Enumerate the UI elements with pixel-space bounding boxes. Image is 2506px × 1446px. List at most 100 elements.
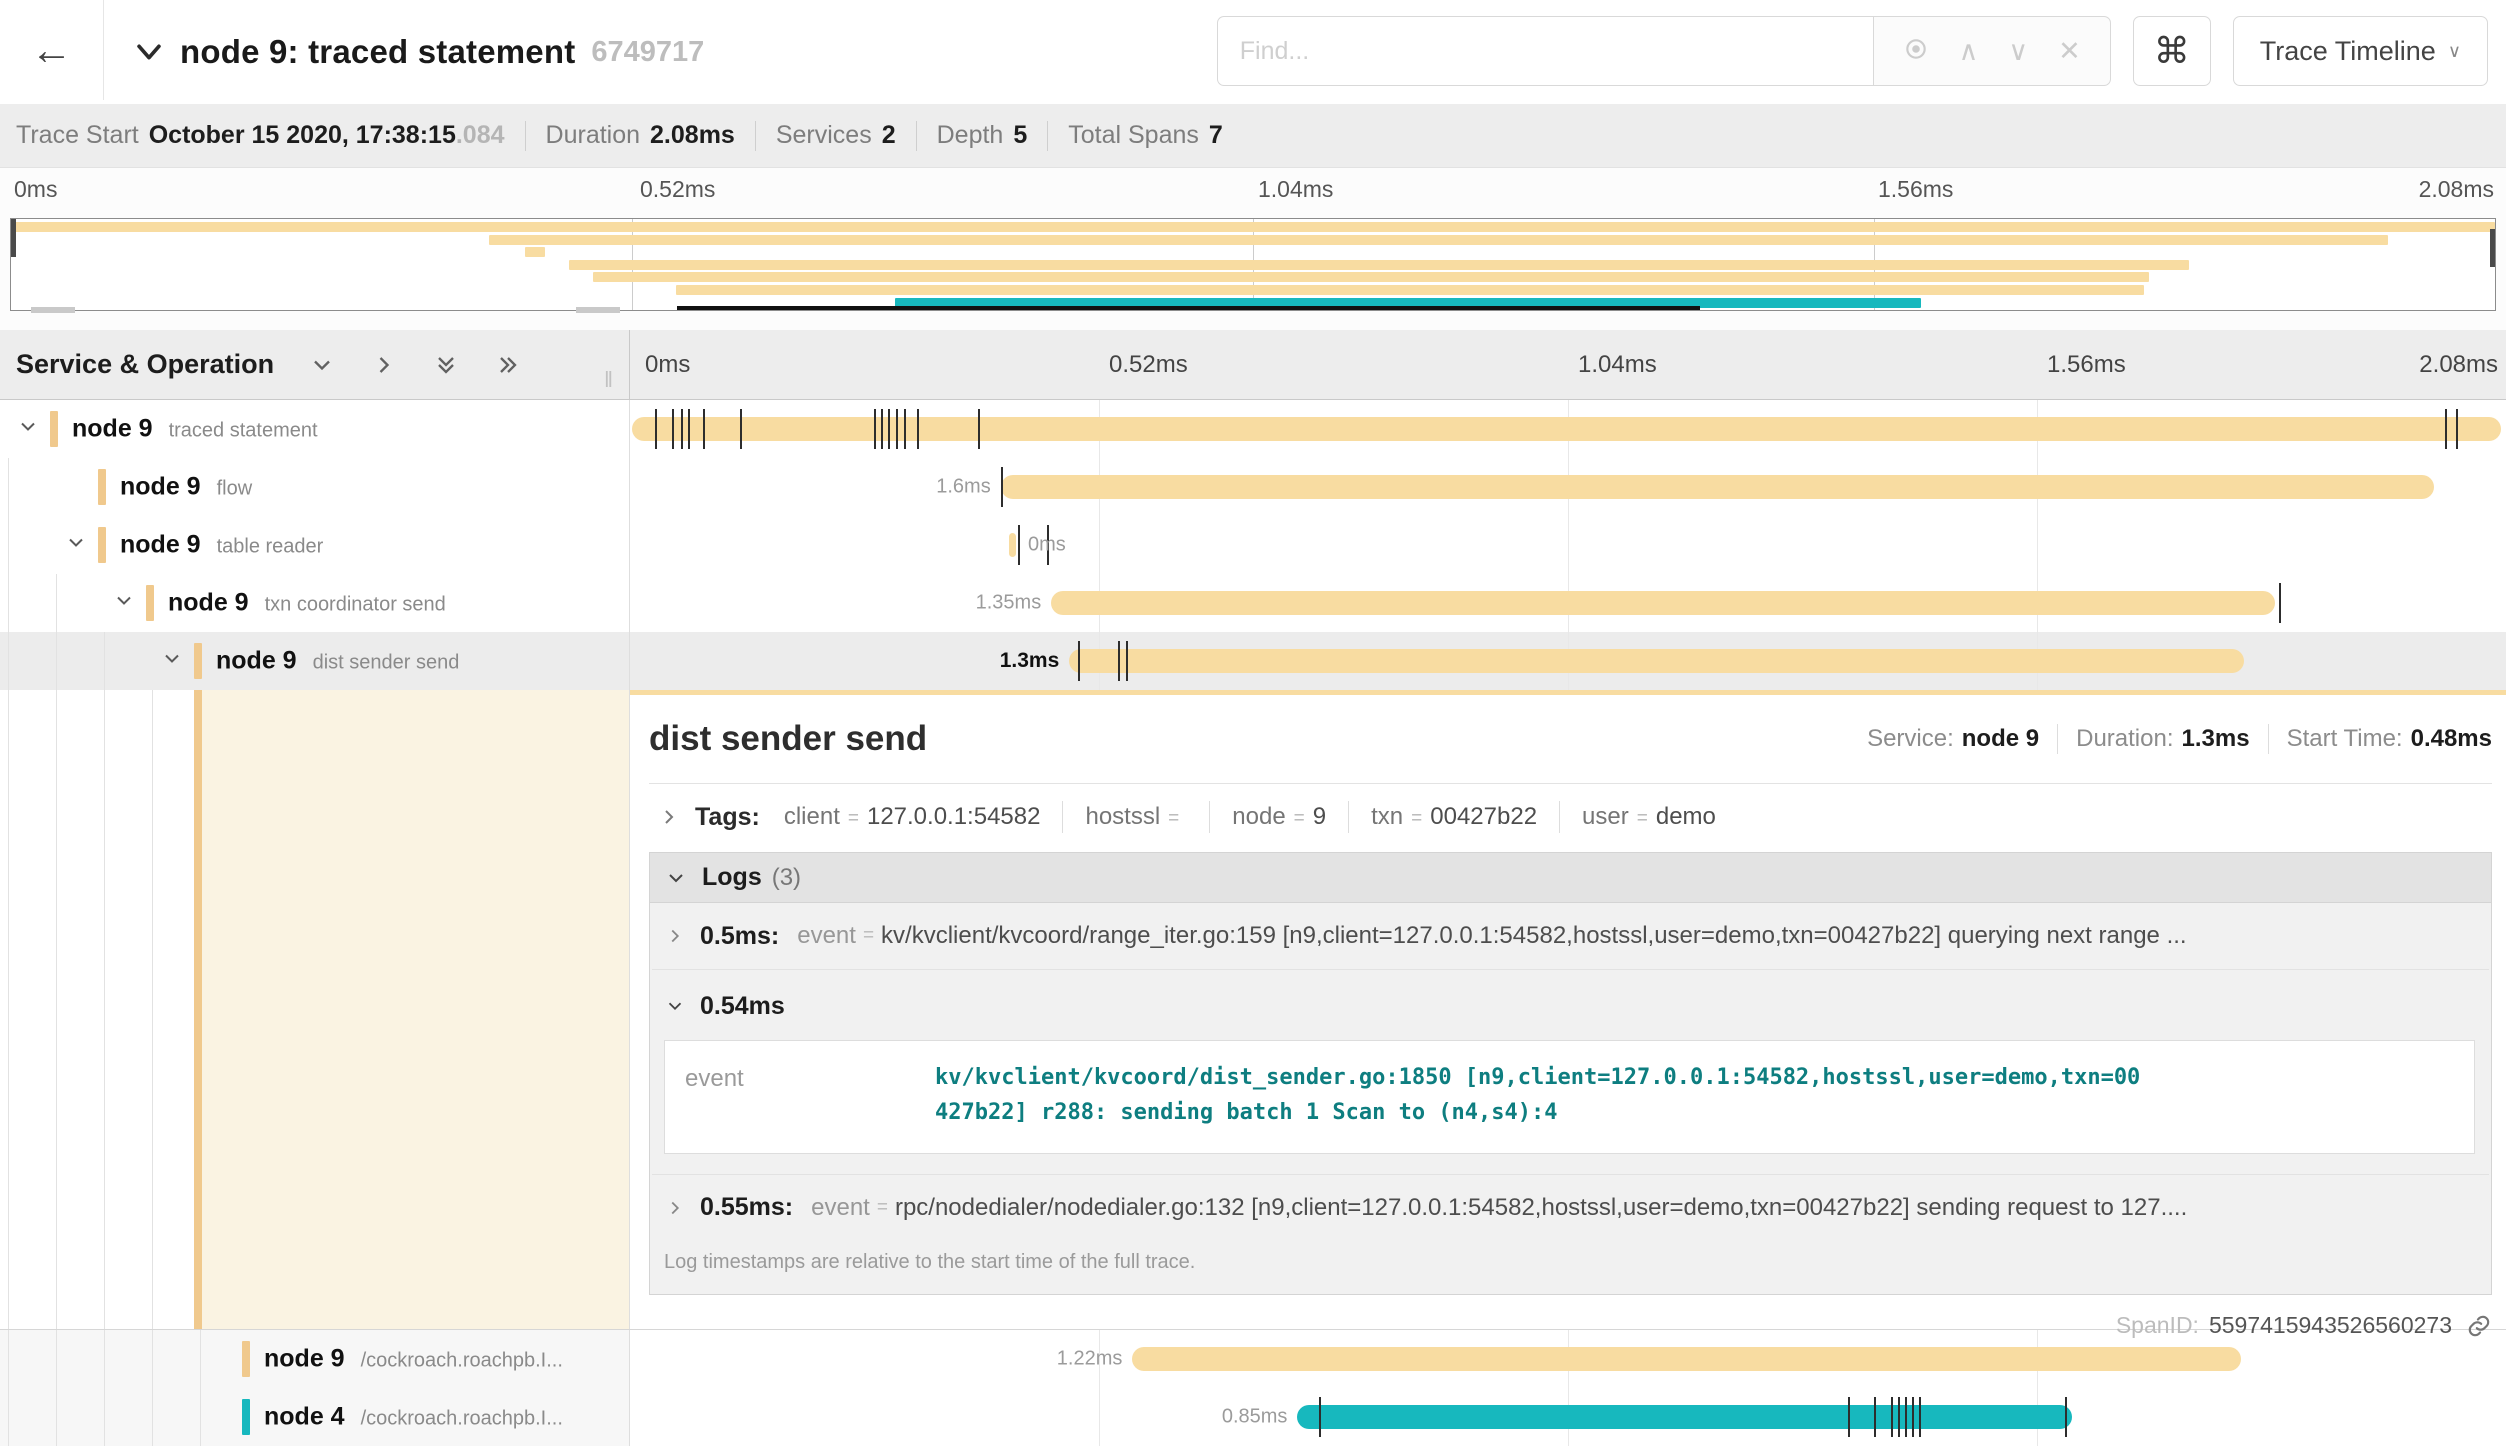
divider <box>1047 121 1048 151</box>
span-bar[interactable] <box>1132 1347 2240 1371</box>
services-label: Services <box>776 121 872 150</box>
span-row-dist-sender-send[interactable]: node 9dist sender send1.3ms <box>0 632 2506 690</box>
log-value: kv/kvclient/kvcoord/dist_sender.go:1850 … <box>935 1061 2145 1131</box>
collapse-all-icon[interactable] <box>432 351 460 379</box>
minimap-span <box>593 272 2149 282</box>
logs-title: Logs <box>702 863 762 892</box>
chevron-right-icon <box>657 805 681 829</box>
log-marker-tick <box>1848 1397 1850 1437</box>
log-entry-0.55ms[interactable]: 0.55ms:event=rpc/nodedialer/nodedialer.g… <box>650 1175 2491 1241</box>
minimap-axis-label: 2.08ms <box>2419 176 2494 203</box>
log-marker-tick <box>881 409 883 449</box>
match-case-icon[interactable] <box>1903 36 1929 67</box>
minimap-span <box>525 247 545 257</box>
log-marker-tick <box>681 409 683 449</box>
span-bar[interactable] <box>632 417 2502 441</box>
timeline-axis-label: 1.04ms <box>1578 351 1657 379</box>
collapse-one-icon[interactable] <box>308 351 336 379</box>
span-bar[interactable] <box>1051 591 2275 615</box>
logs-count: (3) <box>772 864 801 892</box>
tree-chevron-icon[interactable] <box>160 647 184 676</box>
divider <box>916 121 917 151</box>
span-row-traced-statement[interactable]: node 9traced statement <box>0 400 2506 458</box>
service-name: node 9txn coordinator send <box>168 589 446 618</box>
service-name: node 9dist sender send <box>216 647 459 676</box>
minimap-axis-label: 1.56ms <box>1878 176 1953 203</box>
span-bar[interactable] <box>1001 475 2434 499</box>
header-toolbar: ∧ ∨ ✕ ⌘ Trace Timeline ∨ <box>1217 16 2488 86</box>
span-detail-block: dist sender send Service:node 9Duration:… <box>0 690 2506 1330</box>
span-row-flow[interactable]: node 9flow1.6ms <box>0 458 2506 516</box>
log-marker-tick <box>2445 409 2447 449</box>
log-marker-tick <box>1912 1397 1914 1437</box>
trace-start-ms: .084 <box>456 121 505 150</box>
column-resizer-grip[interactable]: ‖ <box>604 367 615 393</box>
tree-chevron-icon[interactable] <box>16 415 40 444</box>
expand-one-icon[interactable] <box>370 351 398 379</box>
services-value: 2 <box>882 121 896 150</box>
log-marker-tick <box>904 409 906 449</box>
find-input[interactable] <box>1217 16 1873 86</box>
back-button[interactable]: ← <box>0 0 104 100</box>
trace-title: node 9: traced statement <box>180 33 575 71</box>
minimap-viewport-indicator[interactable] <box>677 306 1699 310</box>
log-marker-tick <box>672 409 674 449</box>
next-match-icon[interactable]: ∨ <box>2008 38 2028 65</box>
log-marker-tick <box>896 409 898 449</box>
depth-value: 5 <box>1013 121 1027 150</box>
duration-value: 2.08ms <box>650 121 735 150</box>
span-bar[interactable] <box>1069 649 2244 673</box>
meta-label: Duration: <box>2076 725 2173 753</box>
command-icon: ⌘ <box>2154 30 2190 72</box>
view-dropdown-button[interactable]: Trace Timeline ∨ <box>2233 16 2488 86</box>
service-operation-header: Service & Operation <box>0 330 630 399</box>
service-color-swatch <box>98 469 106 505</box>
prev-match-icon[interactable]: ∧ <box>1959 38 1979 65</box>
minimap-right-handle[interactable] <box>2490 229 2495 267</box>
minimap-left-handle[interactable] <box>11 219 16 257</box>
span-bar[interactable] <box>1009 533 1016 557</box>
service-name: node 9/cockroach.roachpb.I... <box>264 1345 563 1374</box>
timeline-axis-label: 2.08ms <box>2419 351 2498 379</box>
log-key: event <box>685 1061 935 1131</box>
log-time: 0.5ms: <box>700 922 779 951</box>
collapse-trace-chevron-icon[interactable] <box>132 35 166 69</box>
tags-row[interactable]: Tags: client=127.0.0.1:54582hostssl=node… <box>649 784 2492 850</box>
span-row-table-reader[interactable]: node 9table reader0ms <box>0 516 2506 574</box>
service-color-swatch <box>194 643 202 679</box>
operation-name: flow <box>217 478 253 500</box>
minimap-canvas[interactable] <box>10 218 2496 311</box>
log-time: 0.55ms: <box>700 1193 793 1222</box>
span-row--cockroach-roachpb-i-[interactable]: node 9/cockroach.roachpb.I... 1.22ms <box>0 1330 2506 1388</box>
expand-all-icon[interactable] <box>494 351 522 379</box>
log-marker-tick <box>1126 641 1128 681</box>
log-entry-header[interactable]: 0.54ms <box>664 984 2475 1028</box>
tree-chevron-icon[interactable] <box>112 589 136 618</box>
operation-name: /cockroach.roachpb.I... <box>361 1350 563 1372</box>
service-color-swatch <box>146 585 154 621</box>
log-time: 0.54ms <box>700 992 785 1021</box>
log-marker-tick <box>2279 583 2281 623</box>
tree-chevron-icon[interactable] <box>64 531 88 560</box>
clear-find-icon[interactable]: ✕ <box>2058 38 2081 65</box>
log-marker-tick <box>2456 409 2458 449</box>
log-marker-tick <box>888 409 890 449</box>
view-dropdown-label: Trace Timeline <box>2260 36 2436 67</box>
operation-name: traced statement <box>169 420 318 442</box>
depth-label: Depth <box>937 121 1004 150</box>
span-row--cockroach-roachpb-i-[interactable]: node 4/cockroach.roachpb.I...0.85ms <box>0 1388 2506 1446</box>
keyboard-shortcuts-button[interactable]: ⌘ <box>2133 16 2211 86</box>
logs-note: Log timestamps are relative to the start… <box>650 1241 2491 1294</box>
service-name: node 9table reader <box>120 531 323 560</box>
span-duration-label: 1.22ms <box>1057 1348 1123 1371</box>
meta-label: Service: <box>1867 725 1954 753</box>
find-tools: ∧ ∨ ✕ <box>1873 16 2111 86</box>
log-marker-tick <box>874 409 876 449</box>
detail-left-gutter <box>0 690 630 1329</box>
span-row-txn-coordinator-send[interactable]: node 9txn coordinator send1.35ms <box>0 574 2506 632</box>
span-bar[interactable] <box>1297 1405 2072 1429</box>
operation-name: table reader <box>217 536 324 558</box>
logs-body: 0.5ms:event=kv/kvclient/kvcoord/range_it… <box>650 903 2491 1294</box>
log-entry-0.5ms[interactable]: 0.5ms:event=kv/kvclient/kvcoord/range_it… <box>650 903 2491 969</box>
logs-header[interactable]: Logs (3) <box>650 853 2491 903</box>
